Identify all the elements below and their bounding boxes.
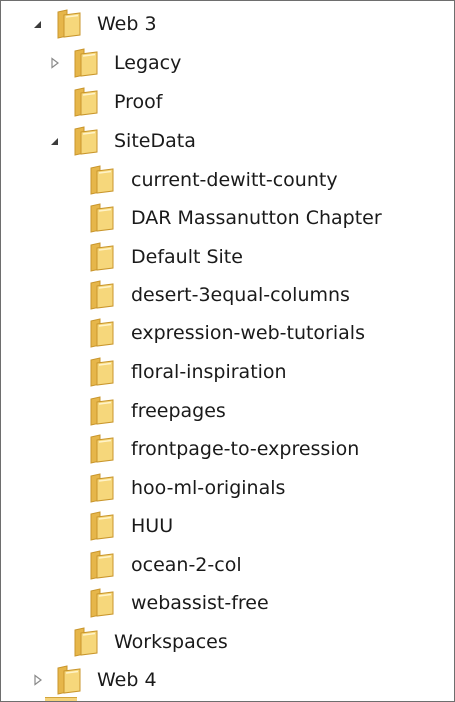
- tree-item-label: current-dewitt-county: [131, 169, 338, 191]
- tree-item-label: SiteData: [114, 130, 196, 152]
- tree-item-label: webassist-free: [131, 592, 269, 614]
- tree-item-label: floral-inspiration: [131, 361, 287, 383]
- tree-item-huu[interactable]: HUU: [1, 507, 454, 545]
- folder-tree: Web 3 Legacy Proof SiteData current-dewi…: [0, 0, 455, 702]
- folder-icon: [89, 318, 115, 348]
- tree-item-floral-inspiration[interactable]: floral-inspiration: [1, 353, 454, 391]
- folder-icon: [89, 511, 115, 541]
- tree-item-web-4[interactable]: Web 4: [1, 661, 454, 699]
- folder-icon: [89, 280, 115, 310]
- tree-item-proof[interactable]: Proof: [1, 83, 454, 121]
- folder-icon: [56, 9, 82, 39]
- tree-item-label: Web 3: [97, 13, 157, 35]
- folder-icon: [89, 357, 115, 387]
- tree-item-freepages[interactable]: freepages: [1, 392, 454, 430]
- folder-icon: [89, 434, 115, 464]
- tree-item-label: ocean-2-col: [131, 554, 242, 576]
- tree-item-label: HUU: [131, 515, 174, 537]
- triangle-collapsed-icon[interactable]: [49, 57, 61, 69]
- tree-item-dar-massanutton-chapter[interactable]: DAR Massanutton Chapter: [1, 199, 454, 237]
- folder-icon: [73, 126, 99, 156]
- tree-item-label: hoo-ml-originals: [131, 477, 286, 499]
- folder-icon: [73, 48, 99, 78]
- triangle-collapsed-icon[interactable]: [32, 674, 44, 686]
- folder-icon: [89, 165, 115, 195]
- triangle-expanded-icon[interactable]: [48, 135, 60, 147]
- tree-item-expression-web-tutorials[interactable]: expression-web-tutorials: [1, 314, 454, 352]
- tree-item-label: desert-3equal-columns: [131, 284, 350, 306]
- tree-item-current-dewitt-county[interactable]: current-dewitt-county: [1, 161, 454, 199]
- tree-item-webassist-free[interactable]: webassist-free: [1, 584, 454, 622]
- folder-icon: [56, 665, 82, 695]
- folder-icon: [73, 627, 99, 657]
- folder-icon: [89, 588, 115, 618]
- tree-item-hoo-ml-originals[interactable]: hoo-ml-originals: [1, 469, 454, 507]
- folder-icon: [89, 550, 115, 580]
- tree-item-label: Legacy: [114, 52, 182, 74]
- tree-item-frontpage-to-expression[interactable]: frontpage-to-expression: [1, 430, 454, 468]
- tree-item-ocean-2-col[interactable]: ocean-2-col: [1, 546, 454, 584]
- tree-item-label: Default Site: [131, 246, 243, 268]
- tree-item-default-site[interactable]: Default Site: [1, 238, 454, 276]
- tree-item-label: Workspaces: [114, 631, 228, 653]
- tree-item-desert-3equal-columns[interactable]: desert-3equal-columns: [1, 276, 454, 314]
- folder-icon: [73, 87, 99, 117]
- folder-icon: [89, 473, 115, 503]
- partial-folder-icon: [45, 697, 77, 701]
- tree-item-label: Proof: [114, 91, 163, 113]
- tree-item-label: expression-web-tutorials: [131, 322, 365, 344]
- tree-item-label: Web 4: [97, 669, 157, 691]
- folder-icon: [89, 396, 115, 426]
- folder-icon: [89, 242, 115, 272]
- tree-item-label: DAR Massanutton Chapter: [131, 207, 382, 229]
- tree-item-label: freepages: [131, 400, 226, 422]
- tree-item-web-3[interactable]: Web 3: [1, 5, 454, 43]
- tree-item-label: frontpage-to-expression: [131, 438, 360, 460]
- triangle-expanded-icon[interactable]: [31, 18, 43, 30]
- tree-item-workspaces[interactable]: Workspaces: [1, 623, 454, 661]
- tree-item-sitedata[interactable]: SiteData: [1, 122, 454, 160]
- folder-icon: [89, 203, 115, 233]
- tree-item-legacy[interactable]: Legacy: [1, 44, 454, 82]
